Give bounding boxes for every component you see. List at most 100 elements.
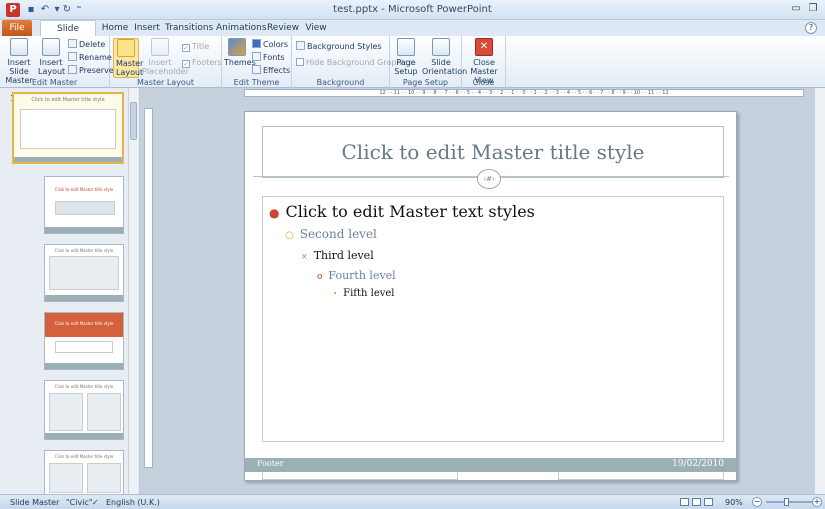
thumbnail-body [49, 256, 119, 290]
tab-review[interactable]: Review [266, 20, 300, 36]
thumbnail-layout-content[interactable]: Click to edit Master title style [44, 244, 124, 302]
thumbnail-footer-band [14, 157, 122, 162]
footer-placeholder-box [262, 472, 458, 480]
insert-layout-button[interactable]: Insert Layout [38, 38, 66, 76]
group-edit-master: Insert Slide Master Insert Layout Delete… [0, 36, 114, 88]
thumbnail-body-right [87, 463, 121, 493]
rename-label: Rename [79, 53, 112, 62]
theme-status[interactable]: "Civic" [66, 498, 93, 507]
footer-placeholder[interactable]: Footer [257, 459, 284, 468]
thumbnail-master[interactable]: Click to edit Master title style [12, 92, 124, 164]
thumbnail-layout-two-content[interactable]: Click to edit Master title style [44, 380, 124, 440]
colors-button[interactable]: Colors [252, 39, 288, 50]
horizontal-ruler: 12 · · 11 · · 10 · · 9 · · 8 · · 7 · · 6… [244, 89, 804, 97]
thumbnail-layout-section[interactable]: Click to edit Master title style [44, 312, 124, 370]
zoom-slider[interactable] [766, 498, 812, 506]
zoom-slider-knob[interactable] [784, 498, 789, 506]
colors-label: Colors [263, 40, 289, 49]
background-styles-button[interactable]: Background Styles [296, 41, 382, 52]
slide-number-emblem[interactable]: ‹#› [477, 169, 501, 189]
group-master-layout: Master Layout Insert Placeholder ✓ Title … [110, 36, 222, 88]
tab-transitions[interactable]: Transitions [165, 20, 213, 36]
tab-slide-master[interactable]: Slide Master [40, 20, 96, 50]
footers-check-icon: ✓ [182, 60, 190, 68]
thumbnail-title: Click to edit Master title style [54, 321, 114, 326]
language-status[interactable]: English (U.K.) [106, 498, 160, 507]
window-title: test.pptx - Microsoft PowerPoint [333, 4, 492, 15]
group-label-edit-theme: Edit Theme [233, 78, 280, 87]
restore-icon[interactable]: ❐ [805, 2, 821, 16]
group-edit-theme: Themes Colors Fonts Effects Edit Theme [222, 36, 292, 88]
circle-bullet-icon: ● [269, 206, 280, 220]
tab-home[interactable]: Home [100, 20, 130, 36]
level-5-text: Fifth level [343, 288, 395, 299]
thumbnail-layout-title[interactable]: Click to edit Master title style [44, 176, 124, 234]
tab-view[interactable]: View [302, 20, 330, 36]
text-level-1[interactable]: ● Click to edit Master text styles [269, 202, 535, 221]
text-level-5[interactable]: • Fifth level [333, 288, 395, 299]
themes-button[interactable]: Themes [224, 38, 256, 67]
delete-icon [68, 39, 77, 48]
thumbnail-title: Click to edit Master title style [54, 187, 114, 192]
help-icon[interactable]: ? [805, 22, 817, 34]
minimize-icon[interactable]: ▭ [788, 2, 804, 16]
zoom-level[interactable]: 90% [725, 498, 743, 507]
slide-sorter-view-icon[interactable] [692, 498, 701, 506]
tab-animations[interactable]: Animations [216, 20, 267, 36]
tab-insert[interactable]: Insert [132, 20, 162, 36]
spellcheck-icon[interactable]: ✓ [92, 498, 99, 507]
title-checkbox[interactable]: ✓ Title [182, 42, 209, 53]
page-setup-icon [397, 38, 415, 56]
effects-icon [252, 65, 261, 74]
group-label-master-layout: Master Layout [136, 78, 195, 87]
thumbnail-scrollbar[interactable] [128, 88, 138, 494]
close-icon: ✕ [475, 38, 493, 56]
slide-orientation-label: Slide Orientation [422, 58, 468, 76]
text-level-4[interactable]: o Fourth level [317, 269, 396, 282]
body-placeholder[interactable]: ● Click to edit Master text styles ○ Secon… [262, 196, 724, 442]
thumbnail-scrollbar-thumb[interactable] [130, 102, 137, 140]
thumbnail-footer-band [45, 363, 123, 369]
normal-view-icon[interactable] [680, 498, 689, 506]
fonts-icon [252, 52, 261, 61]
dot-bullet-icon: • [333, 290, 338, 298]
group-close: ✕ Close Master View Close [462, 36, 506, 88]
slide-orientation-button[interactable]: Slide Orientation [422, 38, 467, 76]
zoom-in-icon[interactable]: + [812, 497, 822, 507]
ring-bullet-icon: o [317, 272, 323, 282]
delete-label: Delete [79, 40, 106, 49]
tab-file[interactable]: File [2, 20, 32, 36]
effects-button[interactable]: Effects [252, 65, 290, 76]
thumbnail-body [20, 109, 116, 149]
zoom-out-icon[interactable]: − [752, 497, 762, 507]
page-setup-button[interactable]: Page Setup [393, 38, 419, 76]
ribbon-tabs: File Slide Master Home Insert Transition… [0, 20, 825, 50]
colors-icon [252, 39, 261, 48]
reading-view-icon[interactable] [704, 498, 713, 506]
group-background: Background Styles Hide Background Graphi… [292, 36, 412, 88]
master-layout-icon [117, 39, 135, 57]
title-bar: P ▪ ↶ ▾ ↻ ⁼ test.pptx - Microsoft PowerP… [0, 0, 825, 20]
text-level-3[interactable]: × Third level [301, 249, 374, 262]
thumbnail-title: Click to edit Master title style [54, 248, 114, 253]
delete-button[interactable]: Delete [68, 39, 105, 50]
footers-checkbox[interactable]: ✓ Footers [182, 58, 222, 69]
insert-placeholder-button[interactable]: Insert Placeholder [142, 38, 189, 76]
date-placeholder[interactable]: 19/02/2010 [672, 459, 724, 469]
level-3-text: Third level [313, 249, 374, 262]
text-level-2[interactable]: ○ Second level [285, 227, 377, 241]
insert-placeholder-icon [151, 38, 169, 56]
thumbnail-footer-band [45, 433, 123, 439]
editor-scrollbar[interactable] [814, 88, 825, 494]
fonts-button[interactable]: Fonts [252, 52, 285, 63]
thumbnail-title: Click to edit Master title style [54, 454, 114, 459]
insert-layout-icon [42, 38, 60, 56]
insert-slide-master-icon [10, 38, 28, 56]
rename-button[interactable]: Rename [68, 52, 112, 63]
thumbnail-layout-comparison[interactable]: Click to edit Master title style [44, 450, 124, 494]
master-layout-button[interactable]: Master Layout [113, 38, 143, 78]
group-label-edit-master: Edit Master [31, 78, 78, 87]
insert-layout-label: Insert Layout [38, 58, 66, 76]
preserve-button[interactable]: Preserve [68, 65, 114, 76]
thumbnail-footer-band [45, 227, 123, 233]
